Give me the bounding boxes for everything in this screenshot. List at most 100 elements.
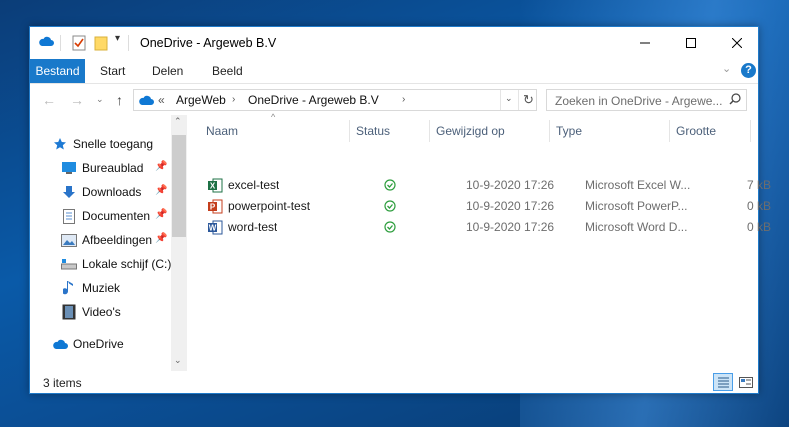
nav-item-bureaublad[interactable]: Bureaublad (61, 158, 143, 178)
recent-locations-icon[interactable]: ⌄ (96, 94, 104, 105)
refresh-icon[interactable]: ↻ (523, 92, 534, 108)
address-history-icon[interactable]: ⌄ (505, 93, 513, 104)
table-row[interactable]: X excel-test 10-9-2020 17:26 Microsoft E… (187, 175, 771, 196)
nav-item-afbeeldingen[interactable]: Afbeeldingen (61, 230, 152, 250)
title-bar: ▾ OneDrive - Argeweb B.V (30, 27, 758, 59)
forward-arrow-icon[interactable]: → (70, 92, 84, 108)
table-row[interactable]: P powerpoint-test 10-9-2020 17:26 Micros… (187, 196, 771, 217)
column-header-gewijzigd[interactable]: Gewijzigd op (430, 120, 549, 142)
nav-label: OneDrive (73, 337, 124, 351)
window-title: OneDrive - Argeweb B.V (140, 36, 277, 50)
sync-checkmark-icon (384, 200, 396, 215)
breadcrumb-separator-icon[interactable]: › (402, 94, 405, 105)
column-header-naam[interactable]: Naam (200, 120, 349, 142)
file-modified: 10-9-2020 17:26 (466, 220, 555, 234)
onedrive-cloud-icon (52, 336, 68, 352)
music-note-icon (61, 280, 77, 296)
document-icon (61, 208, 77, 224)
file-name: powerpoint-test (228, 199, 311, 213)
nav-label: Lokale schijf (C:) (82, 257, 172, 271)
nav-label: Afbeeldingen (82, 233, 153, 247)
word-icon: W (208, 220, 223, 238)
file-type: Microsoft Word D... (585, 220, 688, 234)
navigation-pane: Snelle toegang Bureaublad 📌 Downloads 📌 … (30, 115, 187, 371)
scroll-up-icon[interactable]: ⌃ (174, 116, 182, 127)
file-type: Microsoft Excel W... (585, 178, 691, 192)
back-arrow-icon[interactable]: ← (42, 92, 56, 108)
sync-checkmark-icon (384, 179, 396, 194)
drive-icon (61, 256, 77, 272)
close-button[interactable] (714, 27, 760, 59)
column-header-type[interactable]: Type (550, 120, 669, 142)
pin-icon[interactable]: 📌 (155, 233, 167, 244)
film-icon (61, 304, 77, 320)
properties-icon[interactable] (72, 35, 86, 54)
pin-icon[interactable]: 📌 (155, 185, 167, 196)
nav-label: Bureaublad (82, 161, 144, 175)
file-modified: 10-9-2020 17:26 (466, 199, 555, 213)
scroll-down-icon[interactable]: ⌄ (174, 355, 182, 366)
desktop-icon (61, 160, 77, 176)
customize-toolbar-icon[interactable]: ▾ (115, 33, 120, 44)
help-icon[interactable]: ? (741, 63, 756, 78)
nav-label: Muziek (82, 281, 121, 295)
nav-item-muziek[interactable]: Muziek (61, 278, 120, 298)
breadcrumb-separator-icon[interactable]: › (232, 94, 235, 105)
navigation-bar: ← → ⌄ ↑ « ArgeWeb › OneDrive - Argeweb B… (30, 83, 758, 115)
scrollbar-thumb[interactable] (172, 135, 186, 237)
nav-item-videos[interactable]: Video's (61, 302, 121, 322)
column-header-grootte[interactable]: Grootte (670, 120, 750, 142)
file-list: ^ Naam Status Gewijzigd op Type Grootte … (187, 112, 771, 371)
pin-icon[interactable]: 📌 (155, 209, 167, 220)
nav-quick-access[interactable]: Snelle toegang (52, 134, 153, 154)
nav-label: Documenten (82, 209, 151, 223)
up-arrow-icon[interactable]: ↑ (116, 92, 123, 108)
nav-item-onedrive[interactable]: OneDrive (52, 334, 124, 354)
table-row[interactable]: W word-test 10-9-2020 17:26 Microsoft Wo… (187, 217, 771, 238)
address-bar[interactable]: « ArgeWeb › OneDrive - Argeweb B.V › ⌄ ↻ (133, 89, 537, 111)
search-icon[interactable] (729, 93, 741, 108)
explorer-window: ▾ OneDrive - Argeweb B.V Bestand Start D… (29, 26, 771, 394)
tab-bestand[interactable]: Bestand (30, 59, 85, 83)
tab-start[interactable]: Start (100, 59, 125, 83)
excel-icon: X (208, 178, 223, 196)
tab-beeld[interactable]: Beeld (212, 59, 243, 83)
search-placeholder: Zoeken in OneDrive - Argewe... (555, 94, 723, 108)
file-size: 7 kB (746, 178, 771, 192)
details-view-icon[interactable] (713, 373, 733, 391)
pin-icon[interactable]: 📌 (155, 161, 167, 172)
nav-label: Downloads (82, 185, 142, 199)
search-input[interactable]: Zoeken in OneDrive - Argewe... (546, 89, 747, 111)
new-folder-icon[interactable] (94, 35, 108, 54)
svg-text:W: W (209, 224, 217, 233)
nav-scrollbar[interactable]: ⌃ ⌄ (171, 115, 187, 371)
breadcrumb-onedrive[interactable]: OneDrive - Argeweb B.V (248, 93, 379, 107)
nav-item-lokale-schijf[interactable]: Lokale schijf (C:) (61, 254, 171, 274)
download-arrow-icon (61, 184, 77, 200)
nav-label: Video's (82, 305, 121, 319)
large-icons-view-icon[interactable] (736, 373, 756, 391)
tab-delen[interactable]: Delen (152, 59, 183, 83)
file-size: 0 kB (746, 199, 771, 213)
minimize-button[interactable] (622, 27, 668, 59)
nav-item-downloads[interactable]: Downloads (61, 182, 141, 202)
column-header-status[interactable]: Status (350, 120, 429, 142)
powerpoint-icon: P (208, 199, 223, 217)
breadcrumb-argeweb[interactable]: ArgeWeb (176, 93, 226, 107)
item-count: 3 items (43, 376, 82, 390)
svg-text:P: P (210, 203, 216, 212)
ribbon-tabs: Bestand Start Delen Beeld ⌄ ? (30, 59, 758, 83)
file-name: excel-test (228, 178, 280, 192)
nav-item-documenten[interactable]: Documenten (61, 206, 150, 226)
expand-ribbon-icon[interactable]: ⌄ (722, 62, 731, 75)
svg-text:X: X (210, 182, 216, 191)
file-name: word-test (228, 220, 278, 234)
nav-label: Snelle toegang (73, 137, 154, 151)
pictures-icon (61, 232, 77, 248)
status-bar: 3 items (30, 371, 758, 393)
onedrive-cloud-icon (38, 35, 54, 50)
onedrive-cloud-icon (138, 94, 154, 109)
maximize-button[interactable] (668, 27, 714, 59)
file-modified: 10-9-2020 17:26 (466, 178, 555, 192)
breadcrumb-overflow[interactable]: « (158, 93, 165, 107)
